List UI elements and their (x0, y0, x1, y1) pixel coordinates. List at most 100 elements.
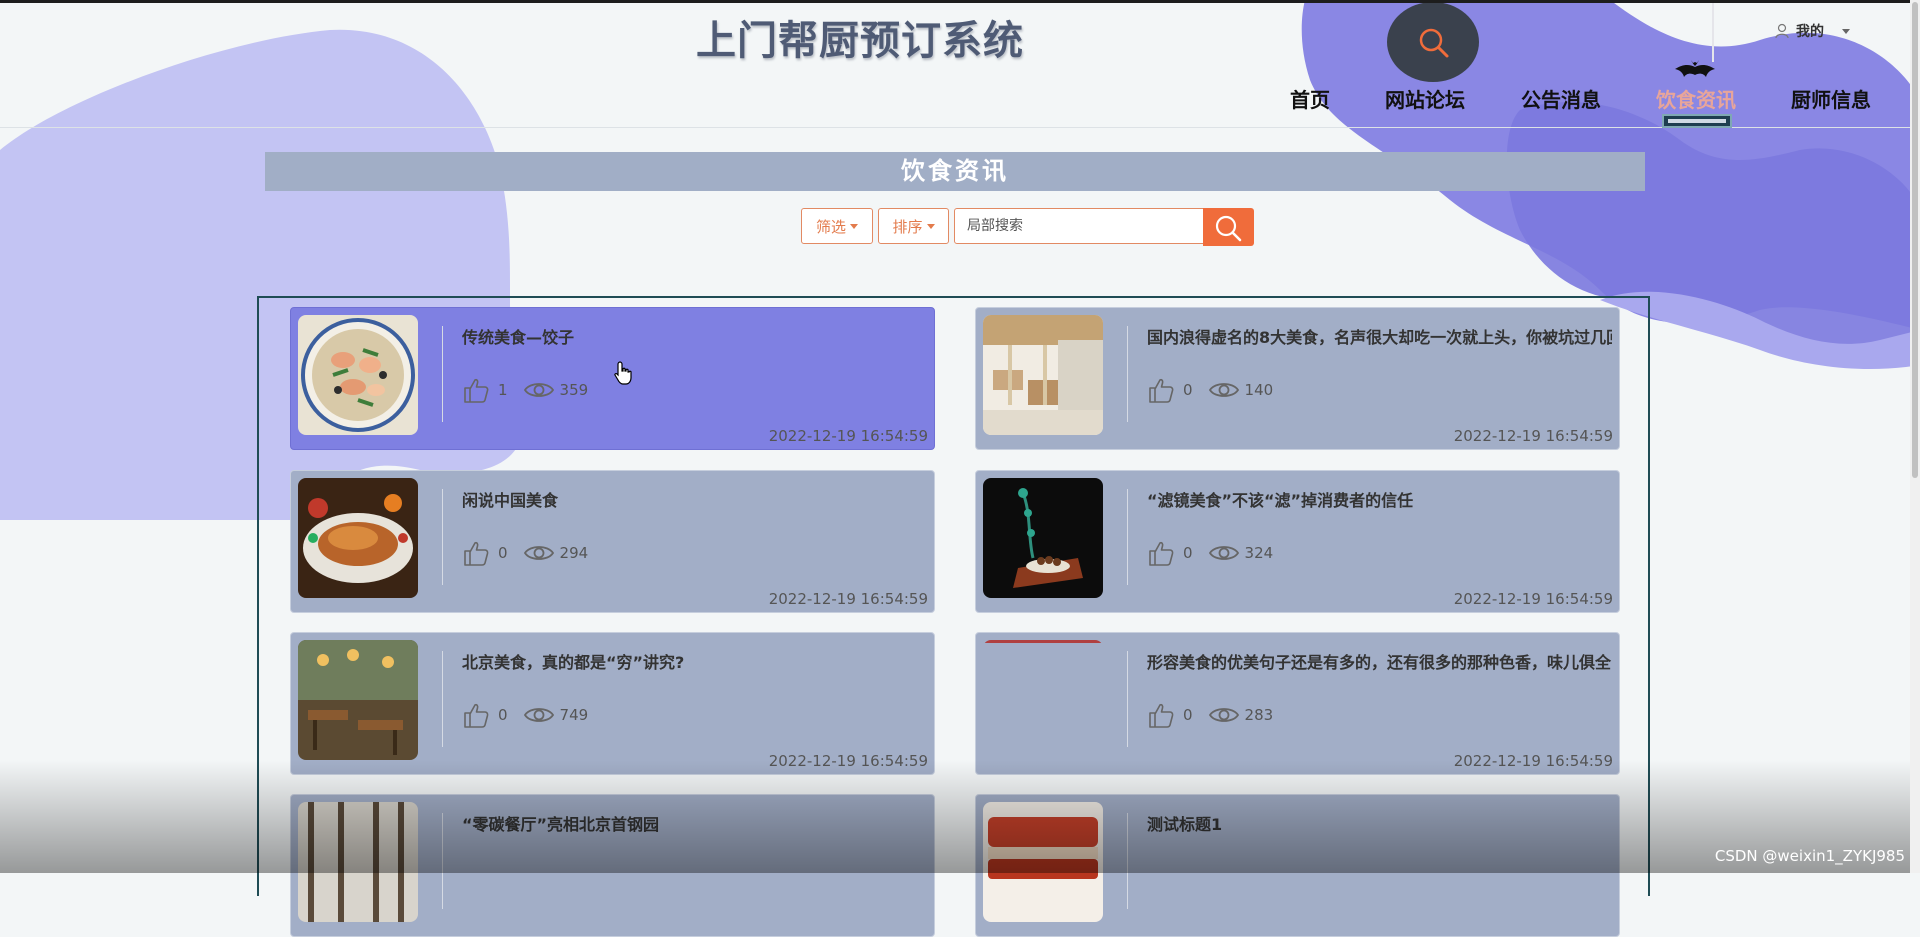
article-title[interactable]: “滤镜美食”不该“滤”掉消费者的信任 (1147, 487, 1612, 511)
card-divider (442, 326, 443, 422)
view-count: 140 (1244, 381, 1274, 399)
sort-label: 排序 (892, 217, 923, 236)
eye-icon (523, 546, 554, 560)
article-thumbnail (298, 315, 418, 435)
article-card[interactable]: “滤镜美食”不该“滤”掉消费者的信任 0 324 2022-12-19 16:5… (975, 470, 1620, 613)
eye-icon (523, 383, 554, 397)
like-count: 0 (1183, 544, 1193, 562)
article-card[interactable]: 测试标题1 (975, 794, 1620, 937)
bat-icon (1675, 60, 1715, 77)
eye-icon (523, 708, 554, 722)
like-count: 0 (1183, 381, 1193, 399)
top-border (0, 0, 1920, 3)
chevron-down-icon (850, 223, 858, 229)
view-count: 324 (1244, 544, 1274, 562)
section-title: 饮食资讯 (265, 152, 1645, 191)
page-scrollbar[interactable] (1910, 0, 1920, 873)
thumbs-up-icon[interactable] (462, 701, 490, 729)
card-divider (1127, 813, 1128, 909)
view-count: 749 (559, 706, 589, 724)
like-count: 1 (498, 381, 508, 399)
hanging-string (1712, 0, 1714, 62)
article-thumbnail (983, 802, 1103, 922)
article-title[interactable]: “零碳餐厅”亮相北京首钢园 (462, 811, 927, 835)
article-title[interactable]: 测试标题1 (1147, 811, 1612, 835)
card-divider (1127, 326, 1128, 422)
article-card[interactable]: 北京美食，真的都是“穷”讲究? 0 749 2022-12-19 16:54:5… (290, 632, 935, 775)
watermark: CSDN @weixin1_ZYKJ985 (1714, 847, 1905, 865)
global-search-button[interactable] (1387, 2, 1479, 82)
article-thumbnail (298, 802, 418, 922)
card-divider (442, 651, 443, 747)
card-divider (1127, 489, 1128, 585)
view-count: 359 (559, 381, 589, 399)
thumbs-up-icon[interactable] (1147, 539, 1175, 567)
thumbs-up-icon[interactable] (462, 539, 490, 567)
article-stats: 1 359 (462, 376, 588, 404)
search-icon (1215, 215, 1242, 242)
article-stats: 0 283 (1147, 701, 1273, 729)
article-title[interactable]: 形容美食的优美句子还是有多的，还有很多的那种色香，味儿俱全， (1147, 649, 1612, 673)
filter-dropdown[interactable]: 筛选 (801, 208, 873, 244)
local-search-input[interactable] (954, 208, 1204, 244)
article-title[interactable]: 闲说中国美食 (462, 487, 927, 511)
filter-label: 筛选 (815, 217, 846, 236)
article-stats: 0 294 (462, 539, 588, 567)
thumbs-up-icon[interactable] (462, 376, 490, 404)
article-time: 2022-12-19 16:54:59 (768, 590, 928, 608)
article-title[interactable]: 国内浪得虚名的8大美食，名声很大却吃一次就上头，你被坑过几回 (1147, 324, 1612, 348)
article-card[interactable]: “零碳餐厅”亮相北京首钢园 (290, 794, 935, 937)
article-stats: 0 140 (1147, 376, 1273, 404)
chevron-down-icon (1842, 28, 1850, 34)
like-count: 0 (1183, 706, 1193, 724)
article-card[interactable]: 传统美食—饺子 1 359 2022-12-19 16:54:59 (290, 307, 935, 450)
nav-item-forum[interactable]: 网站论坛 (1385, 84, 1465, 113)
view-count: 294 (559, 544, 589, 562)
user-icon (1775, 23, 1789, 39)
nav-item-announcements[interactable]: 公告消息 (1521, 84, 1601, 113)
like-count: 0 (498, 544, 508, 562)
thumbs-up-icon[interactable] (1147, 701, 1175, 729)
article-stats: 0 324 (1147, 539, 1273, 567)
local-search-button[interactable] (1203, 208, 1254, 246)
article-thumbnail (298, 640, 418, 760)
article-title[interactable]: 传统美食—饺子 (462, 324, 927, 348)
card-divider (1127, 651, 1128, 747)
nav-active-indicator (1662, 114, 1732, 128)
article-card[interactable]: 国内浪得虚名的8大美食，名声很大却吃一次就上头，你被坑过几回 0 140 202… (975, 307, 1620, 450)
scrollbar-thumb[interactable] (1912, 2, 1918, 478)
list-toolbar: 筛选 排序 (0, 208, 1920, 246)
sort-dropdown[interactable]: 排序 (878, 208, 949, 244)
article-thumbnail (983, 478, 1103, 598)
eye-icon (1208, 383, 1239, 397)
thumbs-up-icon[interactable] (1147, 376, 1175, 404)
site-header: 上门帮厨预订系统 我的 首页 网站论坛 公告消息 饮食资讯 厨师信息 (0, 0, 1920, 128)
article-title[interactable]: 北京美食，真的都是“穷”讲究? (462, 649, 927, 673)
article-thumbnail (298, 478, 418, 598)
nav-item-home[interactable]: 首页 (1290, 84, 1330, 113)
eye-icon (1208, 546, 1239, 560)
article-thumbnail (983, 640, 1103, 760)
article-card[interactable]: 形容美食的优美句子还是有多的，还有很多的那种色香，味儿俱全， 0 283 202… (975, 632, 1620, 775)
article-time: 2022-12-19 16:54:59 (768, 752, 928, 770)
chevron-down-icon (926, 223, 935, 229)
article-thumbnail (983, 315, 1103, 435)
user-menu-label: 我的 (1796, 24, 1824, 40)
article-card[interactable]: 闲说中国美食 0 294 2022-12-19 16:54:59 (290, 470, 935, 613)
card-divider (442, 489, 443, 585)
main-nav: 首页 网站论坛 公告消息 饮食资讯 厨师信息 (0, 84, 1920, 114)
nav-item-food-news[interactable]: 饮食资讯 (1656, 84, 1736, 113)
article-time: 2022-12-19 16:54:59 (1453, 590, 1613, 608)
eye-icon (1208, 708, 1239, 722)
article-time: 2022-12-19 16:54:59 (768, 427, 928, 445)
hand-cursor-icon (614, 361, 632, 385)
article-time: 2022-12-19 16:54:59 (1453, 752, 1613, 770)
view-count: 283 (1244, 706, 1274, 724)
search-icon (1419, 28, 1449, 58)
article-time: 2022-12-19 16:54:59 (1453, 427, 1613, 445)
site-title: 上门帮厨预订系统 (696, 18, 1024, 64)
user-menu[interactable]: 我的 (1774, 21, 1850, 41)
nav-item-chefs[interactable]: 厨师信息 (1791, 84, 1871, 113)
card-divider (442, 813, 443, 909)
article-stats: 0 749 (462, 701, 588, 729)
